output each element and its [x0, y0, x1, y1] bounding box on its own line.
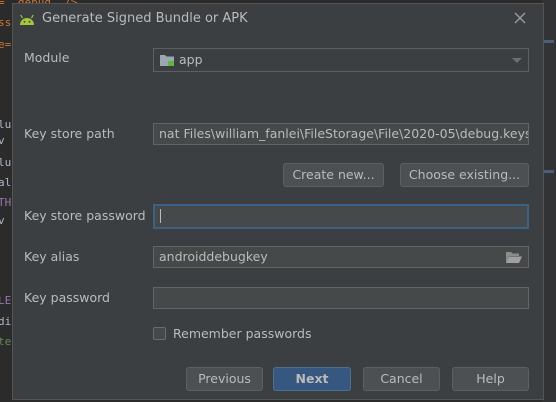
generate-signed-bundle-dialog: Generate Signed Bundle or APK Module app…: [12, 3, 544, 400]
key-store-password-label: Key store password: [24, 208, 146, 223]
key-password-field[interactable]: [153, 287, 529, 309]
create-new-button[interactable]: Create new...: [283, 163, 384, 187]
remember-passwords-label[interactable]: Remember passwords: [173, 326, 311, 341]
code-fragment: lu: [0, 118, 12, 131]
dialog-title: Generate Signed Bundle or APK: [42, 11, 248, 26]
dialog-titlebar[interactable]: Generate Signed Bundle or APK: [13, 4, 543, 34]
key-alias-label: Key alias: [24, 249, 80, 264]
code-fragment: lu: [0, 156, 12, 169]
key-store-path-label: Key store path: [24, 126, 115, 141]
key-store-path-field[interactable]: nat Files\william_fanlei\FileStorage\Fil…: [153, 123, 529, 145]
module-folder-icon: [160, 55, 174, 66]
code-fragment: v: [0, 134, 5, 147]
code-fragment: LE: [0, 294, 12, 307]
module-combobox[interactable]: app: [153, 48, 529, 72]
gutter-marker: [544, 40, 554, 43]
key-alias-field[interactable]: androiddebugkey: [153, 246, 529, 268]
text-caret: [160, 209, 161, 223]
code-fragment: te: [0, 335, 12, 348]
code-fragment: ss: [0, 16, 12, 29]
key-alias-value: androiddebugkey: [159, 249, 268, 264]
key-store-password-field[interactable]: [153, 204, 529, 229]
code-fragment: al: [0, 176, 12, 189]
next-button[interactable]: Next: [273, 367, 351, 391]
key-password-label: Key password: [24, 290, 110, 305]
folder-open-icon[interactable]: [506, 251, 522, 264]
module-label-text: Module: [24, 50, 70, 65]
code-fragment: di: [0, 315, 12, 328]
remember-passwords-checkbox[interactable]: [153, 327, 166, 340]
previous-button[interactable]: Previous: [186, 367, 263, 391]
code-fragment: TH: [0, 196, 12, 209]
code-fragment: e=: [0, 38, 12, 51]
chevron-down-icon: [512, 58, 522, 63]
module-label: Module: [24, 50, 69, 65]
editor-scroll-gutter[interactable]: [542, 0, 556, 402]
choose-existing-button[interactable]: Choose existing...: [400, 163, 529, 187]
module-value: app: [179, 52, 203, 67]
android-icon: [20, 14, 34, 25]
cancel-button[interactable]: Cancel: [363, 367, 440, 391]
code-fragment: v: [0, 214, 5, 227]
close-icon[interactable]: [511, 9, 529, 27]
help-button[interactable]: Help: [452, 367, 529, 391]
gutter-marker: [544, 170, 554, 173]
